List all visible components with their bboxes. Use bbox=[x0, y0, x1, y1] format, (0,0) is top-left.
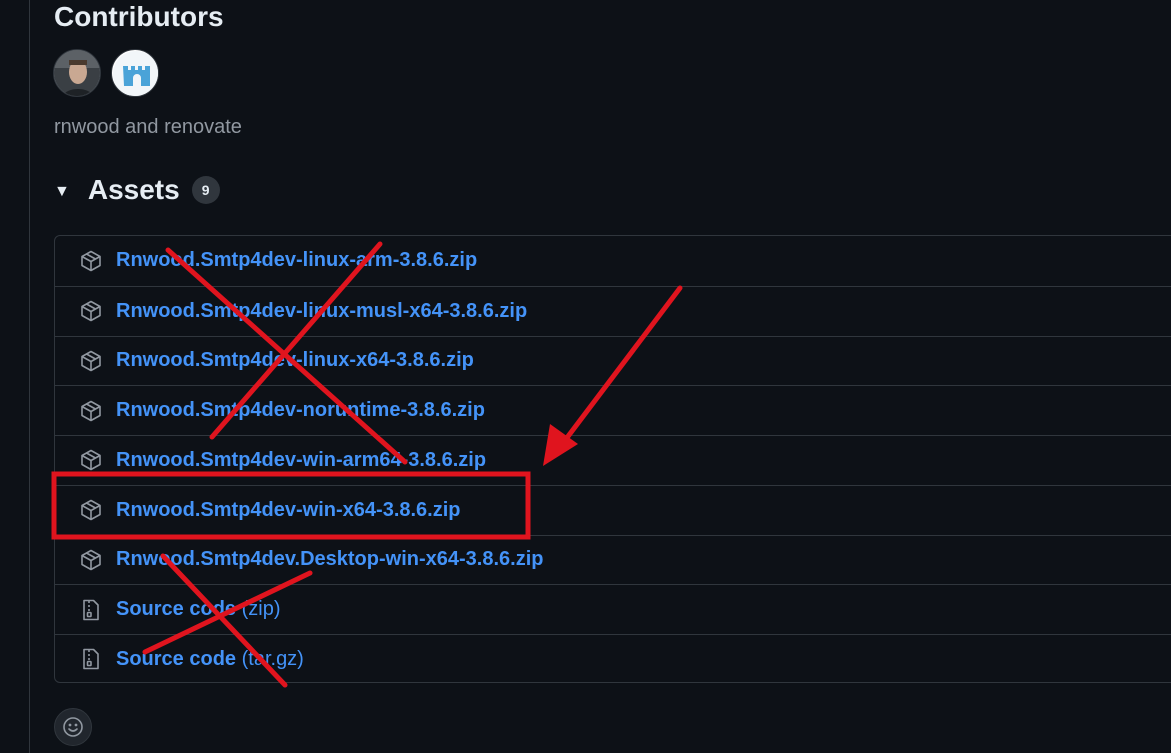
file-zip-icon bbox=[79, 647, 103, 671]
asset-link-noruntime[interactable]: Rnwood.Smtp4dev-noruntime-3.8.6.zip bbox=[116, 399, 485, 422]
package-icon bbox=[79, 448, 103, 472]
asset-link-win-arm64[interactable]: Rnwood.Smtp4dev-win-arm64-3.8.6.zip bbox=[116, 449, 486, 472]
assets-header[interactable]: ▼ Assets 9 bbox=[54, 172, 220, 208]
asset-link-desktop-win-x64[interactable]: Rnwood.Smtp4dev.Desktop-win-x64-3.8.6.zi… bbox=[116, 548, 543, 571]
asset-link-linux-arm[interactable]: Rnwood.Smtp4dev-linux-arm-3.8.6.zip bbox=[116, 249, 477, 272]
package-icon bbox=[79, 299, 103, 323]
asset-row: Rnwood.Smtp4dev-linux-arm-3.8.6.zip bbox=[55, 236, 1171, 286]
assets-count-badge: 9 bbox=[191, 176, 220, 204]
add-reaction-button[interactable] bbox=[54, 708, 92, 746]
asset-row: Source code (tar.gz) bbox=[55, 634, 1171, 682]
assets-list: Rnwood.Smtp4dev-linux-arm-3.8.6.zip Rnwo… bbox=[54, 235, 1171, 683]
asset-link-linux-x64[interactable]: Rnwood.Smtp4dev-linux-x64-3.8.6.zip bbox=[116, 349, 474, 372]
package-icon bbox=[79, 349, 103, 373]
package-icon bbox=[79, 498, 103, 522]
asset-suffix: (tar.gz) bbox=[241, 647, 304, 670]
user-photo-avatar-icon bbox=[54, 50, 100, 96]
asset-suffix: (zip) bbox=[241, 598, 281, 621]
assets-heading: Assets bbox=[87, 174, 180, 205]
asset-link-source-targz[interactable]: Source code (tar.gz) bbox=[116, 648, 304, 671]
package-icon bbox=[79, 399, 103, 423]
timeline-border bbox=[29, 0, 30, 753]
package-icon bbox=[79, 249, 103, 273]
asset-link-win-x64[interactable]: Rnwood.Smtp4dev-win-x64-3.8.6.zip bbox=[116, 499, 461, 522]
avatar-renovate[interactable] bbox=[111, 49, 159, 97]
asset-link-linux-musl-x64[interactable]: Rnwood.Smtp4dev-linux-musl-x64-3.8.6.zip bbox=[116, 300, 527, 323]
asset-row: Rnwood.Smtp4dev-noruntime-3.8.6.zip bbox=[55, 385, 1171, 435]
smiley-icon bbox=[63, 717, 83, 737]
caret-down-icon[interactable]: ▼ bbox=[54, 183, 70, 201]
avatar-rnwood[interactable] bbox=[53, 49, 101, 97]
asset-row: Rnwood.Smtp4dev-linux-x64-3.8.6.zip bbox=[55, 335, 1171, 386]
asset-link-source-zip[interactable]: Source code (zip) bbox=[116, 598, 281, 621]
asset-row: Rnwood.Smtp4dev.Desktop-win-x64-3.8.6.zi… bbox=[55, 534, 1171, 585]
asset-row: Rnwood.Smtp4dev-win-arm64-3.8.6.zip bbox=[55, 435, 1171, 485]
file-zip-icon bbox=[79, 598, 103, 622]
bot-castle-avatar-icon bbox=[113, 51, 158, 96]
contributors-names: rnwood and renovate bbox=[54, 116, 242, 138]
package-icon bbox=[79, 548, 103, 572]
asset-row: Rnwood.Smtp4dev-win-x64-3.8.6.zip bbox=[55, 484, 1171, 535]
asset-row: Source code (zip) bbox=[55, 584, 1171, 634]
contributors-heading: Contributors bbox=[54, 1, 224, 32]
contributor-avatars bbox=[53, 49, 159, 97]
asset-row: Rnwood.Smtp4dev-linux-musl-x64-3.8.6.zip bbox=[55, 285, 1171, 336]
